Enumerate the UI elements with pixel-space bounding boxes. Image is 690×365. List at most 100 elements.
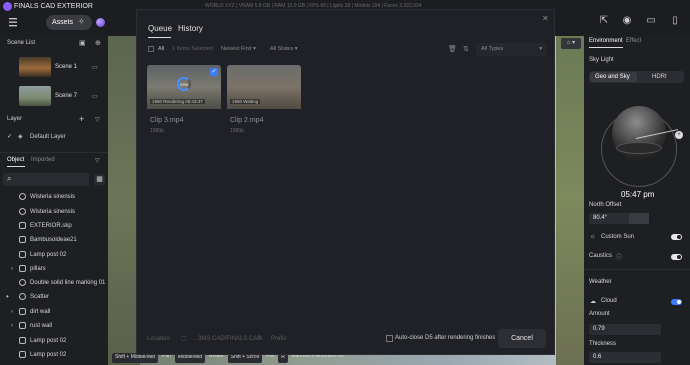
thickness-field[interactable]: 0.6 — [589, 352, 661, 363]
cloud-icon: ☁ — [590, 299, 596, 305]
scene-camera-icon[interactable]: ▭ — [92, 93, 98, 100]
expand-arrow-icon[interactable]: › — [11, 266, 13, 272]
sort-dropdown[interactable]: Newest First ▾ — [221, 46, 256, 52]
object-row[interactable]: Lamp post 02 — [0, 248, 108, 262]
thickness-label: Thickness — [589, 341, 617, 347]
cloud-toggle[interactable] — [671, 299, 682, 305]
ai-sparkle-icon[interactable]: ✧ — [78, 18, 86, 26]
object-label: Bambusoideae21 — [30, 237, 77, 243]
divider — [584, 269, 690, 270]
object-row[interactable]: EXTERIOR.skp — [0, 219, 108, 233]
scene-list-title: Scene List — [7, 40, 36, 46]
decal-icon — [19, 279, 26, 286]
custom-sun-icon: ☼ — [590, 234, 596, 240]
share-icon[interactable]: ⇱ — [598, 15, 610, 27]
scene-view-icon[interactable]: ▣ — [79, 39, 86, 47]
object-row[interactable]: • Scatter — [0, 290, 108, 304]
object-row[interactable]: › dirt wall — [0, 305, 108, 319]
hdri-segment[interactable]: HDRI — [652, 74, 667, 80]
edit-location-icon[interactable]: ✎ — [258, 335, 263, 342]
delete-icon[interactable]: 🗑 — [448, 45, 457, 53]
scene-item-label[interactable]: Scene 7 — [55, 93, 77, 99]
north-offset-label: North Offset — [589, 202, 622, 208]
object-row[interactable]: Double solid line marking 01 — [0, 276, 108, 290]
object-row[interactable]: Bambusoideae21 — [0, 233, 108, 247]
tab-imported[interactable]: Imported — [31, 157, 55, 163]
object-row[interactable]: Wisteria sinensis — [0, 205, 108, 219]
layer-icon: ◈ — [18, 134, 23, 140]
select-all-checkbox[interactable] — [148, 46, 154, 52]
layer-item-label[interactable]: Default Layer — [30, 134, 66, 140]
ai-orb-icon[interactable] — [96, 18, 105, 27]
tab-queue[interactable]: Queue — [148, 24, 172, 33]
folder-icon[interactable]: ▢ — [181, 335, 187, 342]
object-label: Lamp post 02 — [30, 252, 67, 258]
model-icon — [19, 222, 26, 229]
model-icon — [19, 251, 26, 258]
model-icon — [19, 351, 26, 358]
layer-filter-icon[interactable]: ▽ — [95, 116, 100, 123]
object-search-input[interactable] — [17, 175, 87, 184]
object-row[interactable]: Wisteria sinensis — [0, 190, 108, 204]
amount-field[interactable]: 0.79 — [589, 324, 661, 335]
type-filter-dropdown[interactable]: All Types ▾ — [476, 43, 546, 56]
expand-arrow-icon[interactable]: › — [11, 309, 13, 315]
custom-sun-label: Custom Sun — [601, 234, 635, 240]
tab-object[interactable]: Object — [7, 157, 24, 163]
reorder-icon[interactable]: ⇅ — [463, 45, 469, 53]
state-filter-dropdown[interactable]: All States ▾ — [270, 46, 298, 52]
tab-history[interactable]: History — [178, 24, 203, 33]
object-search-field[interactable]: ⌕ — [3, 173, 89, 186]
scene-item-label[interactable]: Scene 1 — [55, 64, 77, 70]
north-offset-slider[interactable] — [629, 213, 649, 224]
object-label: Wisteria sinensis — [30, 209, 76, 215]
geo-and-sky-label: Geo and Sky — [595, 74, 630, 80]
object-row[interactable]: Lamp post 02 — [0, 348, 108, 362]
sun-time: 05:47 pm — [621, 190, 655, 199]
custom-sun-toggle[interactable] — [671, 234, 682, 240]
object-row[interactable]: › pillars — [0, 262, 108, 276]
object-row[interactable]: › rust wall — [0, 319, 108, 333]
sun-handle-icon[interactable]: + — [675, 131, 683, 139]
close-icon[interactable]: ✕ — [542, 14, 549, 23]
menu-icon[interactable] — [8, 17, 18, 27]
model-icon — [19, 337, 26, 344]
clip-selected-check-icon[interactable]: ✓ — [210, 68, 218, 76]
tab-effect[interactable]: Effect — [626, 38, 641, 44]
prefix-label: Prefix — [271, 336, 287, 342]
object-label: pillars — [30, 266, 46, 272]
caustics-toggle[interactable] — [671, 254, 682, 260]
location-path[interactable]: ...3MS CAD\FINALS CAD — [193, 336, 262, 342]
add-layer-icon[interactable]: + — [79, 114, 84, 124]
info-icon[interactable]: ⓘ — [616, 252, 622, 261]
view-mode-button[interactable]: ⌂ ▾ — [561, 38, 581, 49]
add-scene-icon[interactable]: ⊕ — [95, 39, 101, 47]
object-row[interactable]: Lamp post 02 — [0, 334, 108, 348]
scene-camera-icon[interactable]: ▭ — [92, 64, 98, 71]
type-filter-label: All Types — [481, 46, 504, 52]
viewport-tree-right — [556, 36, 584, 365]
scene-thumbnail[interactable] — [19, 57, 51, 77]
clip-resolution: 1080p — [150, 128, 164, 134]
tab-environment[interactable]: Environment — [589, 38, 623, 44]
queue-clip-card[interactable]: 1980 Waiting Clip 2.mp4 1080p — [227, 65, 301, 137]
autoclose-checkbox[interactable] — [386, 335, 393, 342]
render-progress-ring: 29% — [177, 77, 191, 91]
object-label: Lamp post 02 — [30, 352, 67, 358]
expand-arrow-icon[interactable]: › — [11, 323, 13, 329]
app-title: FINALS CAD EXTERIOR — [14, 3, 93, 10]
clip-resolution: 1080p — [230, 128, 244, 134]
scatter-icon — [19, 293, 26, 300]
autoclose-label: Auto-close D5 after rendering finishes — [395, 335, 496, 341]
panorama-icon[interactable]: ▯ — [669, 15, 681, 27]
grid-view-icon[interactable]: ▦ — [94, 174, 105, 185]
search-icon: ⌕ — [7, 174, 12, 183]
state-filter-label: All States — [270, 46, 294, 52]
cancel-button[interactable]: Cancel — [498, 329, 546, 348]
plant-icon — [19, 193, 26, 200]
queue-clip-card[interactable]: 29% ✓ 1980 Rendering 05:43:47 Clip 3.mp4… — [147, 65, 221, 137]
scene-thumbnail[interactable] — [19, 86, 51, 106]
camera-icon[interactable]: ◉ — [621, 15, 633, 27]
video-icon[interactable]: ▭ — [645, 15, 657, 27]
object-filter-icon[interactable]: ▽ — [95, 157, 100, 164]
